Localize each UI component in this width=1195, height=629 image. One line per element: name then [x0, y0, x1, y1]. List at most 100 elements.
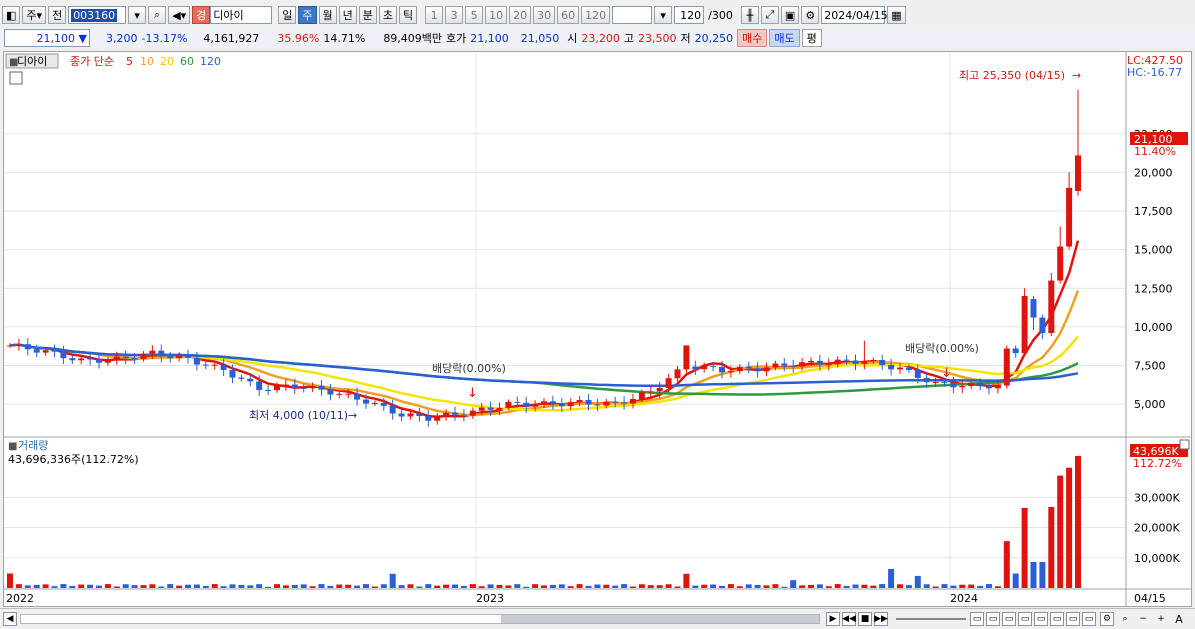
candle-body	[211, 364, 218, 366]
price-value: 21,100	[36, 31, 76, 45]
period-tab[interactable]: 초	[378, 6, 398, 24]
volume-bar	[318, 584, 325, 588]
date-input[interactable]: 2024/04/15	[821, 6, 888, 24]
layout-8-icon[interactable]: ▭	[1082, 612, 1096, 626]
layout-5-icon[interactable]: ▭	[1034, 612, 1048, 626]
candle-body	[176, 355, 183, 359]
volume-bar	[51, 586, 58, 588]
zoom-out-icon[interactable]: −	[1136, 612, 1150, 626]
candle-body	[185, 355, 191, 358]
volume-close-icon[interactable]	[1179, 439, 1190, 450]
candle-body	[932, 381, 939, 383]
prev-button[interactable]: 전	[48, 6, 67, 24]
chart-area[interactable]: 5,000 7,500 10,000 12,500 15,000 17,500 20,000…	[3, 51, 1192, 607]
eval-button[interactable]: 평	[801, 29, 822, 47]
period-tab[interactable]: 분	[358, 6, 377, 24]
x-label-2022: 2022	[6, 592, 34, 605]
interval-button[interactable]: 3	[445, 6, 464, 24]
volume-bar	[211, 584, 218, 588]
layout-1-icon[interactable]: ▭	[970, 612, 984, 626]
volume-last-pct: 112.72%	[1133, 457, 1182, 470]
zoom-search-icon[interactable]: ⌕	[1118, 612, 1132, 626]
save-icon[interactable]: ▣	[780, 6, 800, 24]
volume-bar	[158, 586, 165, 588]
chart-menu-icon[interactable]: ◧	[2, 6, 21, 24]
layout-6-icon[interactable]: ▭	[1050, 612, 1064, 626]
ask-price: 21,100	[470, 31, 509, 45]
interval-input[interactable]	[612, 6, 653, 24]
period-tab[interactable]: 틱	[399, 6, 418, 24]
layout-4-icon[interactable]: ▭	[1018, 612, 1032, 626]
candle-body	[291, 384, 298, 388]
stock-name-field[interactable]: 디아이	[210, 6, 273, 24]
stop-icon[interactable]: ■	[858, 612, 872, 626]
period-tab[interactable]: 월	[318, 6, 337, 24]
speaker-icon[interactable]: ◀▾	[168, 6, 191, 24]
interval-button[interactable]: 10	[485, 6, 508, 24]
price-candles	[7, 89, 1081, 427]
interval-buttons: 1 3 5 10 20 30 60 120	[423, 6, 611, 24]
volume-bar	[24, 585, 31, 588]
layout-7-icon[interactable]: ▭	[1066, 612, 1080, 626]
candle-body	[683, 345, 690, 370]
calendar-icon[interactable]: ▦	[887, 6, 906, 24]
interval-button[interactable]: 60	[557, 6, 580, 24]
scroll-right-icon[interactable]: ▶	[826, 612, 840, 626]
interval-button[interactable]: 5	[465, 6, 484, 24]
period-tab[interactable]: 년	[338, 6, 357, 24]
period-tab[interactable]: 일	[278, 6, 297, 24]
interval-button[interactable]: 20	[509, 6, 532, 24]
sell-button[interactable]: 매도	[769, 29, 800, 47]
volume-bar	[647, 585, 654, 588]
stock-tag: 디아이	[17, 55, 47, 68]
x-label-end: 04/15	[1134, 592, 1166, 605]
market-select[interactable]: 주 ▾	[22, 6, 47, 24]
font-size-icon[interactable]: A	[1172, 612, 1186, 626]
layout-3-icon[interactable]: ▭	[1002, 612, 1016, 626]
settings-small-icon[interactable]: ⚙	[1100, 612, 1114, 626]
search-icon[interactable]: ⌕	[148, 6, 167, 24]
zoom-in-icon[interactable]: +	[1154, 612, 1168, 626]
period-tab-selected[interactable]: 주	[298, 6, 317, 24]
chart-svg: 5,000 7,500 10,000 12,500 15,000 17,500 20,000…	[4, 52, 1191, 606]
dividend-annotation-2: 배당락(0.00%)	[905, 342, 979, 355]
candle-type-icon[interactable]: ╫	[740, 6, 759, 24]
volume-bar	[879, 584, 886, 588]
interval-button[interactable]: 120	[581, 6, 611, 24]
rewind-icon[interactable]: ◀◀	[842, 612, 856, 626]
tools-icon[interactable]: ⤢	[760, 6, 779, 24]
gear-icon[interactable]: ⚙	[801, 6, 820, 24]
code-dropdown-icon[interactable]: ▾	[128, 6, 147, 24]
volume-bar	[1057, 475, 1064, 588]
kind-badge: 경	[192, 6, 211, 24]
candle-body	[24, 344, 31, 350]
volume-bar	[656, 585, 663, 588]
table-icon[interactable]	[9, 71, 23, 85]
volume-bar	[327, 585, 334, 588]
count-input[interactable]: 120	[674, 6, 705, 24]
legend-ma10: 10	[140, 55, 154, 68]
candle-body	[630, 398, 636, 404]
zoom-slider[interactable]	[896, 618, 966, 620]
buy-button[interactable]: 매수	[737, 29, 768, 47]
dividend-annotation-1: 배당락(0.00%)	[432, 362, 506, 375]
stock-code-input[interactable]: 003160	[68, 6, 127, 24]
candle-body	[33, 349, 40, 353]
candle-body	[1075, 155, 1081, 191]
candle-body	[941, 381, 948, 383]
interval-dropdown-icon[interactable]: ▾	[654, 6, 673, 24]
candle-body	[505, 401, 512, 408]
candle-body	[113, 356, 120, 361]
layout-2-icon[interactable]: ▭	[986, 612, 1000, 626]
interval-button[interactable]: 1	[425, 6, 444, 24]
interval-button[interactable]: 30	[533, 6, 556, 24]
scroll-left-icon[interactable]: ◀	[3, 612, 17, 626]
volume-bar	[469, 584, 476, 588]
volume-bar	[247, 585, 254, 588]
scroll-track[interactable]	[20, 614, 820, 624]
forward-icon[interactable]: ▶▶	[874, 612, 888, 626]
volume-bar	[950, 585, 957, 588]
volume-bar	[541, 585, 547, 588]
scroll-thumb[interactable]	[501, 615, 819, 623]
volume-bar	[816, 584, 823, 588]
